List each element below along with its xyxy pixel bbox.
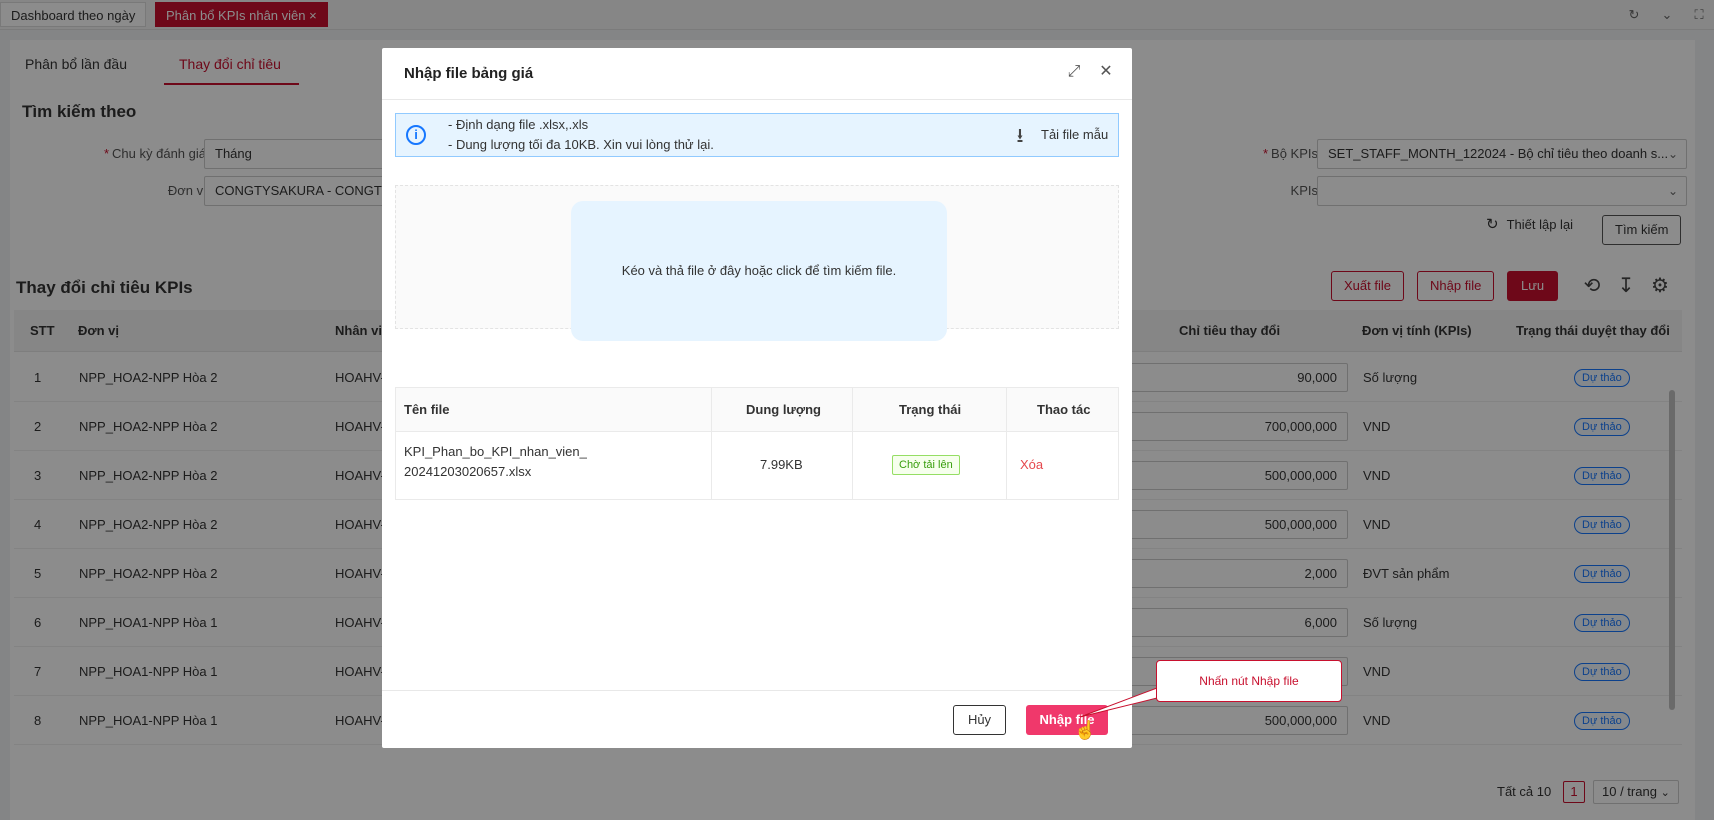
info-icon: i — [406, 125, 426, 145]
modal-title: Nhập file bảng giá — [404, 65, 534, 82]
file-name: KPI_Phan_bo_KPI_nhan_vien_20241203020657… — [404, 444, 587, 479]
upload-dropzone-container: Kéo và thả file ở đây hoặc click để tìm … — [395, 185, 1119, 341]
cancel-button[interactable]: Hủy — [953, 705, 1006, 735]
info-format: - Định dạng file .xlsx,.xls — [448, 117, 589, 132]
upload-dropzone[interactable]: Kéo và thả file ở đây hoặc click để tìm … — [571, 201, 947, 341]
file-size: 7.99KB — [760, 457, 803, 472]
close-icon[interactable]: ✕ — [1096, 62, 1116, 82]
expand-icon[interactable]: ⤢ — [1064, 62, 1084, 82]
col-divider — [852, 388, 853, 499]
file-table: Tên file Dung lượng Trạng thái Thao tác … — [395, 387, 1119, 500]
file-col-status: Trạng thái — [899, 402, 962, 417]
status-badge: Chờ tải lên — [892, 455, 960, 475]
delete-file-link[interactable]: Xóa — [1020, 457, 1043, 472]
modal-footer-divider — [382, 690, 1132, 691]
col-divider — [1006, 388, 1007, 499]
download-icon[interactable]: ⭳ — [1008, 124, 1032, 148]
dropzone-text: Kéo và thả file ở đây hoặc click để tìm … — [621, 263, 897, 278]
instruction-callout: Nhấn nút Nhập file — [1156, 660, 1342, 702]
file-col-action: Thao tác — [1037, 402, 1091, 417]
col-divider — [711, 388, 712, 499]
file-col-size: Dung lượng — [746, 402, 821, 417]
import-modal: Nhập file bảng giá ⤢ ✕ i - Định dạng fil… — [382, 48, 1132, 748]
modal-header-divider — [382, 99, 1132, 100]
info-alert: i - Định dạng file .xlsx,.xls - Dung lượ… — [395, 113, 1119, 157]
download-template-link[interactable]: Tải file mẫu — [1041, 127, 1108, 142]
file-col-name: Tên file — [404, 402, 450, 417]
hand-cursor-icon: ☝ — [1074, 720, 1097, 740]
info-size: - Dung lượng tối đa 10KB. Xin vui lòng t… — [448, 137, 714, 152]
